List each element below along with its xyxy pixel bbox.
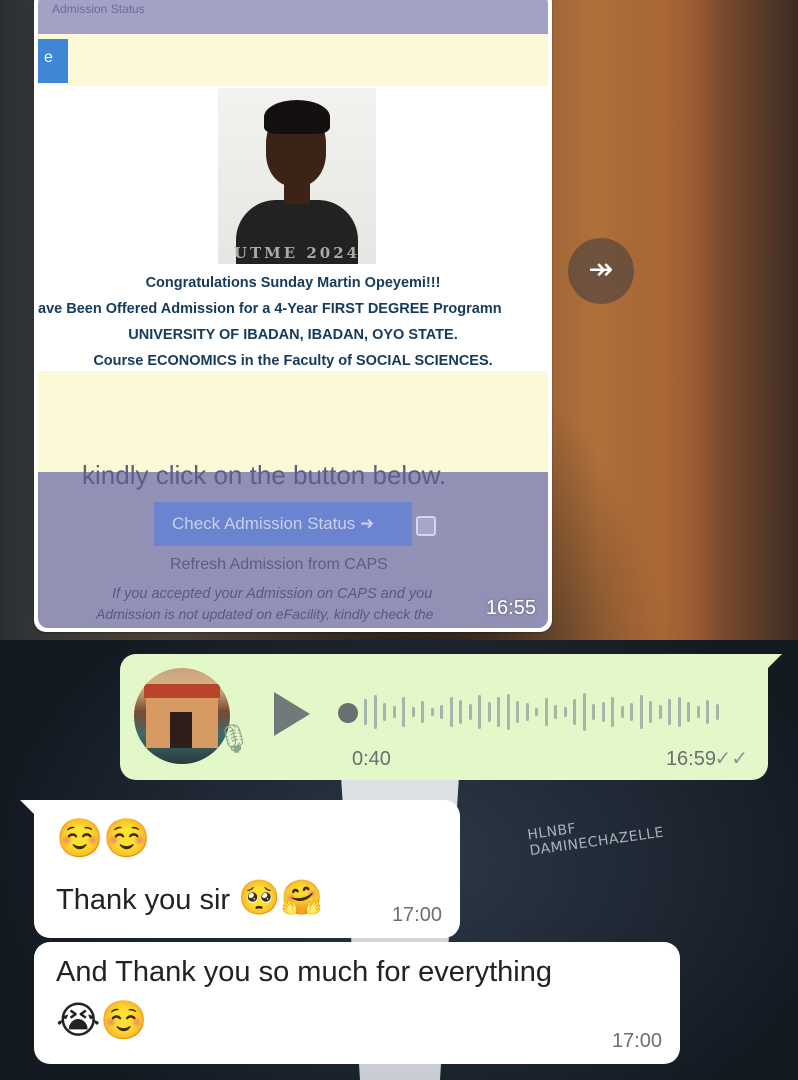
- waveform-bar: [706, 700, 709, 724]
- waveform-bar: [449, 697, 453, 727]
- waveform[interactable]: [338, 690, 738, 734]
- emoji-line: ☺️☺️: [56, 816, 151, 860]
- waveform-bar: [715, 704, 719, 720]
- read-ticks-icon: ✓✓: [714, 748, 748, 770]
- waveform-bar: [620, 706, 624, 718]
- message-text: Thank you sir: [56, 884, 231, 916]
- waveform-bar: [525, 703, 529, 721]
- admission-text: Congratulations Sunday Martin Opeyemi!!!…: [38, 270, 548, 374]
- waveform-bar: [430, 708, 434, 716]
- background-door: [600, 0, 720, 700]
- waveform-scrubber[interactable]: [338, 703, 358, 723]
- admission-card: UTME 2024 Congratulations Sunday Martin …: [38, 86, 548, 371]
- admission-course: Course ECONOMICS in the Faculty of SOCIA…: [93, 353, 493, 369]
- waveform-bar: [411, 707, 415, 717]
- checkbox: [416, 516, 436, 536]
- image-message[interactable]: Admission Status e UTME 2024 Congratulat…: [34, 0, 552, 632]
- waveform-bar: [497, 697, 500, 727]
- waveform-bar: [478, 695, 481, 729]
- waveform-bar: [459, 700, 462, 724]
- waveform-bar: [696, 706, 700, 718]
- check-admission-button: Check Admission Status ➜: [154, 502, 412, 546]
- screenshot-header: Admission Status: [38, 0, 548, 34]
- voice-duration: 0:40: [352, 748, 391, 770]
- waveform-bar: [402, 697, 405, 727]
- waveform-bar: [639, 695, 643, 729]
- waveform-bar: [516, 701, 519, 723]
- waveform-bar: [649, 701, 652, 723]
- waveform-bar: [364, 699, 367, 725]
- waveform-bar: [668, 699, 671, 725]
- waveform-bar: [421, 701, 424, 723]
- screenshot-blue-button: e: [38, 39, 68, 83]
- photo-stamp: UTME 2024: [233, 244, 361, 262]
- refresh-text: Refresh Admission from CAPS: [170, 556, 388, 573]
- waveform-bar: [677, 697, 681, 727]
- waveform-bar: [440, 705, 443, 719]
- waveform-bar: [383, 703, 386, 721]
- voice-message[interactable]: 🎙 0:40 16:59 ✓✓: [120, 654, 782, 780]
- waveform-bar: [487, 702, 491, 722]
- screenshot-lower-section: kindly click on the button below. Check …: [38, 460, 548, 628]
- waveform-bar: [392, 706, 396, 718]
- waveform-bar: [554, 705, 557, 719]
- accepted-text-2: Admission is not updated on eFacility, k…: [96, 606, 434, 622]
- waveform-bar: [544, 698, 548, 726]
- waveform-bar: [630, 703, 633, 721]
- waveform-bar: [535, 708, 538, 716]
- voice-time: 16:59: [665, 748, 716, 770]
- message-time: 17:00: [611, 1030, 662, 1052]
- play-icon[interactable]: [274, 692, 310, 736]
- waveform-bar: [468, 704, 472, 720]
- forward-icon[interactable]: ↠: [568, 238, 634, 304]
- waveform-bar: [687, 702, 690, 722]
- message-emojis: 🥺🤗: [238, 878, 323, 918]
- waveform-bar: [373, 695, 377, 729]
- message-bubble[interactable]: ☺️☺️ Thank you sir 🥺🤗 17:00: [20, 800, 460, 938]
- accepted-text: If you accepted your Admission on CAPS a…: [112, 586, 433, 602]
- waveform-bar: [506, 694, 510, 730]
- mic-icon: 🎙: [216, 723, 252, 754]
- message-text: And Thank you so much for everything: [56, 956, 552, 988]
- waveform-bar: [592, 704, 595, 720]
- message-time: 17:00: [391, 904, 442, 926]
- waveform-bar: [611, 697, 614, 727]
- admission-congrats: Congratulations Sunday Martin Opeyemi!!!: [145, 275, 441, 291]
- message-text-line: Thank you sir 🥺🤗: [56, 878, 323, 918]
- emoji-line: 😭☺️: [56, 998, 148, 1042]
- admission-university: UNIVERSITY OF IBADAN, IBADAN, OYO STATE.: [128, 327, 458, 343]
- waveform-bar: [573, 699, 576, 725]
- kindly-text: kindly click on the button below.: [82, 460, 447, 490]
- screenshot-header-text: Admission Status: [52, 2, 145, 16]
- admission-screenshot[interactable]: Admission Status e UTME 2024 Congratulat…: [38, 0, 548, 628]
- waveform-bar: [582, 693, 586, 731]
- admission-offer: ave Been Offered Admission for a 4-Year …: [38, 301, 502, 317]
- candidate-photo: UTME 2024: [218, 88, 376, 264]
- image-message-time: 16:55: [485, 597, 536, 619]
- message-bubble[interactable]: And Thank you so much for everything 😭☺️…: [34, 942, 680, 1064]
- waveform-bar: [601, 702, 605, 722]
- waveform-bar: [563, 707, 567, 717]
- waveform-bar: [658, 705, 662, 719]
